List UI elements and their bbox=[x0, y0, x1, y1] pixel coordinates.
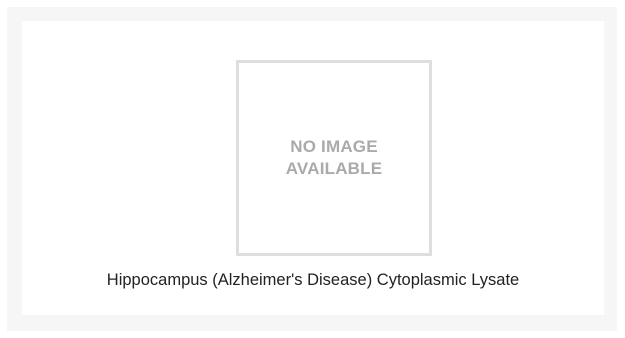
no-image-line-2: AVAILABLE bbox=[285, 159, 383, 178]
no-image-text: NO IMAGE AVAILABLE bbox=[286, 136, 383, 180]
no-image-line-1: NO IMAGE bbox=[290, 137, 378, 156]
product-frame: NO IMAGE AVAILABLE Hippocampus (Alzheime… bbox=[7, 7, 617, 331]
product-card: NO IMAGE AVAILABLE Hippocampus (Alzheime… bbox=[22, 21, 604, 315]
product-title-link[interactable]: Hippocampus (Alzheimer's Disease) Cytopl… bbox=[22, 269, 604, 291]
no-image-placeholder[interactable]: NO IMAGE AVAILABLE bbox=[236, 60, 432, 256]
